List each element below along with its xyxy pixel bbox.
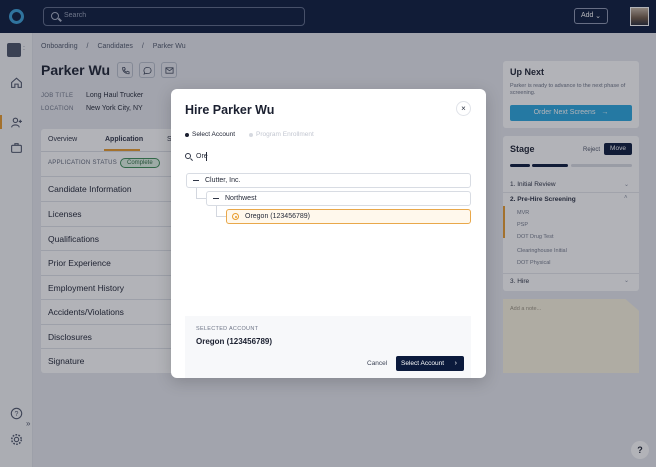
chevron-right-icon: › <box>454 360 457 367</box>
step-active-dot-icon <box>185 133 189 137</box>
tree-node-oregon[interactable]: Oregon (123456789) <box>226 209 471 224</box>
close-icon[interactable]: × <box>456 101 471 116</box>
text-cursor <box>206 152 207 161</box>
collapse-icon[interactable] <box>213 198 219 199</box>
tree-node-label: Clutter, Inc. <box>205 177 241 184</box>
step-inactive-dot-icon <box>249 133 253 137</box>
tree-node-label: Northwest <box>225 195 257 202</box>
tree-connector <box>216 216 226 217</box>
select-account-label: Select Account <box>401 360 444 367</box>
cancel-button[interactable]: Cancel <box>367 360 387 367</box>
tree-node-clutter-inc[interactable]: Clutter, Inc. <box>186 173 471 188</box>
selected-account-value: Oregon (123456789) <box>196 337 273 346</box>
tree-connector <box>196 198 206 199</box>
tree-node-label: Oregon (123456789) <box>245 213 310 220</box>
tree-node-northwest[interactable]: Northwest <box>206 191 471 206</box>
radio-selected-icon[interactable] <box>232 213 239 220</box>
step-program-enrollment: Program Enrollment <box>256 131 314 138</box>
collapse-icon[interactable] <box>193 180 199 181</box>
select-account-button[interactable]: Select Account › <box>396 356 464 371</box>
modal-title: Hire Parker Wu <box>185 103 275 117</box>
search-icon <box>185 153 191 159</box>
selected-account-label: SELECTED ACCOUNT <box>196 326 259 332</box>
step-select-account: Select Account <box>192 131 235 138</box>
